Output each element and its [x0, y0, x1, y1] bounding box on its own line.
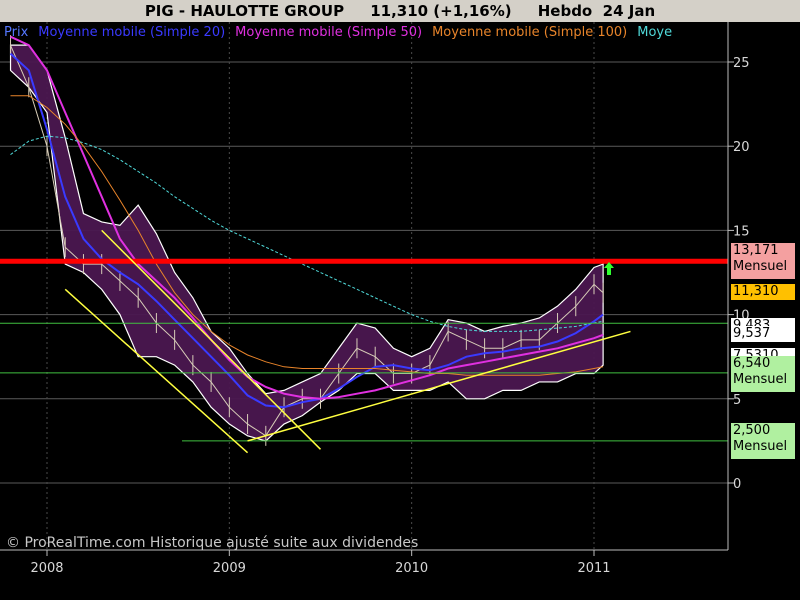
y-tick-label: 20 [733, 140, 750, 155]
price-tag-value: 2,500 [733, 423, 771, 438]
band-area [9, 44, 604, 442]
price-tag: 11,310 [731, 284, 795, 300]
price-tag: 9,537 [731, 326, 795, 342]
price-tag-value: 11,310 [733, 284, 779, 299]
legend-entry: Moyenne mobile (Simple 50) [235, 25, 423, 40]
y-tick-label: 25 [733, 56, 750, 71]
price-tag-period: Mensuel [733, 259, 788, 274]
y-tick-label: 15 [733, 224, 750, 239]
credit-text: © ProRealTime.com Historique ajusté suit… [6, 535, 419, 551]
y-tick-label: 5 [733, 393, 741, 408]
price-tag: 2,500 Mensuel [731, 423, 795, 459]
price-tag-value: 13,171 [733, 243, 779, 258]
price-tag-period: Mensuel [733, 372, 788, 387]
price-tag: 6,540 Mensuel [731, 356, 795, 392]
legend-entry: Moye [637, 25, 673, 40]
x-tick-label: 2010 [395, 561, 428, 576]
price-tag-period: Mensuel [733, 439, 788, 454]
x-tick-label: 2011 [577, 561, 610, 576]
legend-entry: Moyenne mobile (Simple 100) [432, 25, 628, 40]
x-tick-label: 2008 [30, 561, 63, 576]
legend-entry: Moyenne mobile (Simple 20) [38, 25, 226, 40]
price-tag: 13,171 Mensuel [731, 243, 795, 279]
markers [604, 262, 614, 275]
legend: Prix Moyenne mobile (Simple 20) Moyenne mo… [4, 25, 682, 40]
bollinger-band [9, 44, 604, 442]
y-tick-label: 0 [733, 477, 741, 492]
price-tag-value: 9,537 [733, 326, 771, 341]
arrow-up-icon [604, 262, 614, 275]
chart-canvas: 05101520252008 2009 2010 2011 [0, 22, 750, 576]
price-tag-value: 6,540 [733, 356, 771, 371]
legend-entry: Prix [4, 25, 29, 40]
x-tick-label: 2009 [213, 561, 246, 576]
